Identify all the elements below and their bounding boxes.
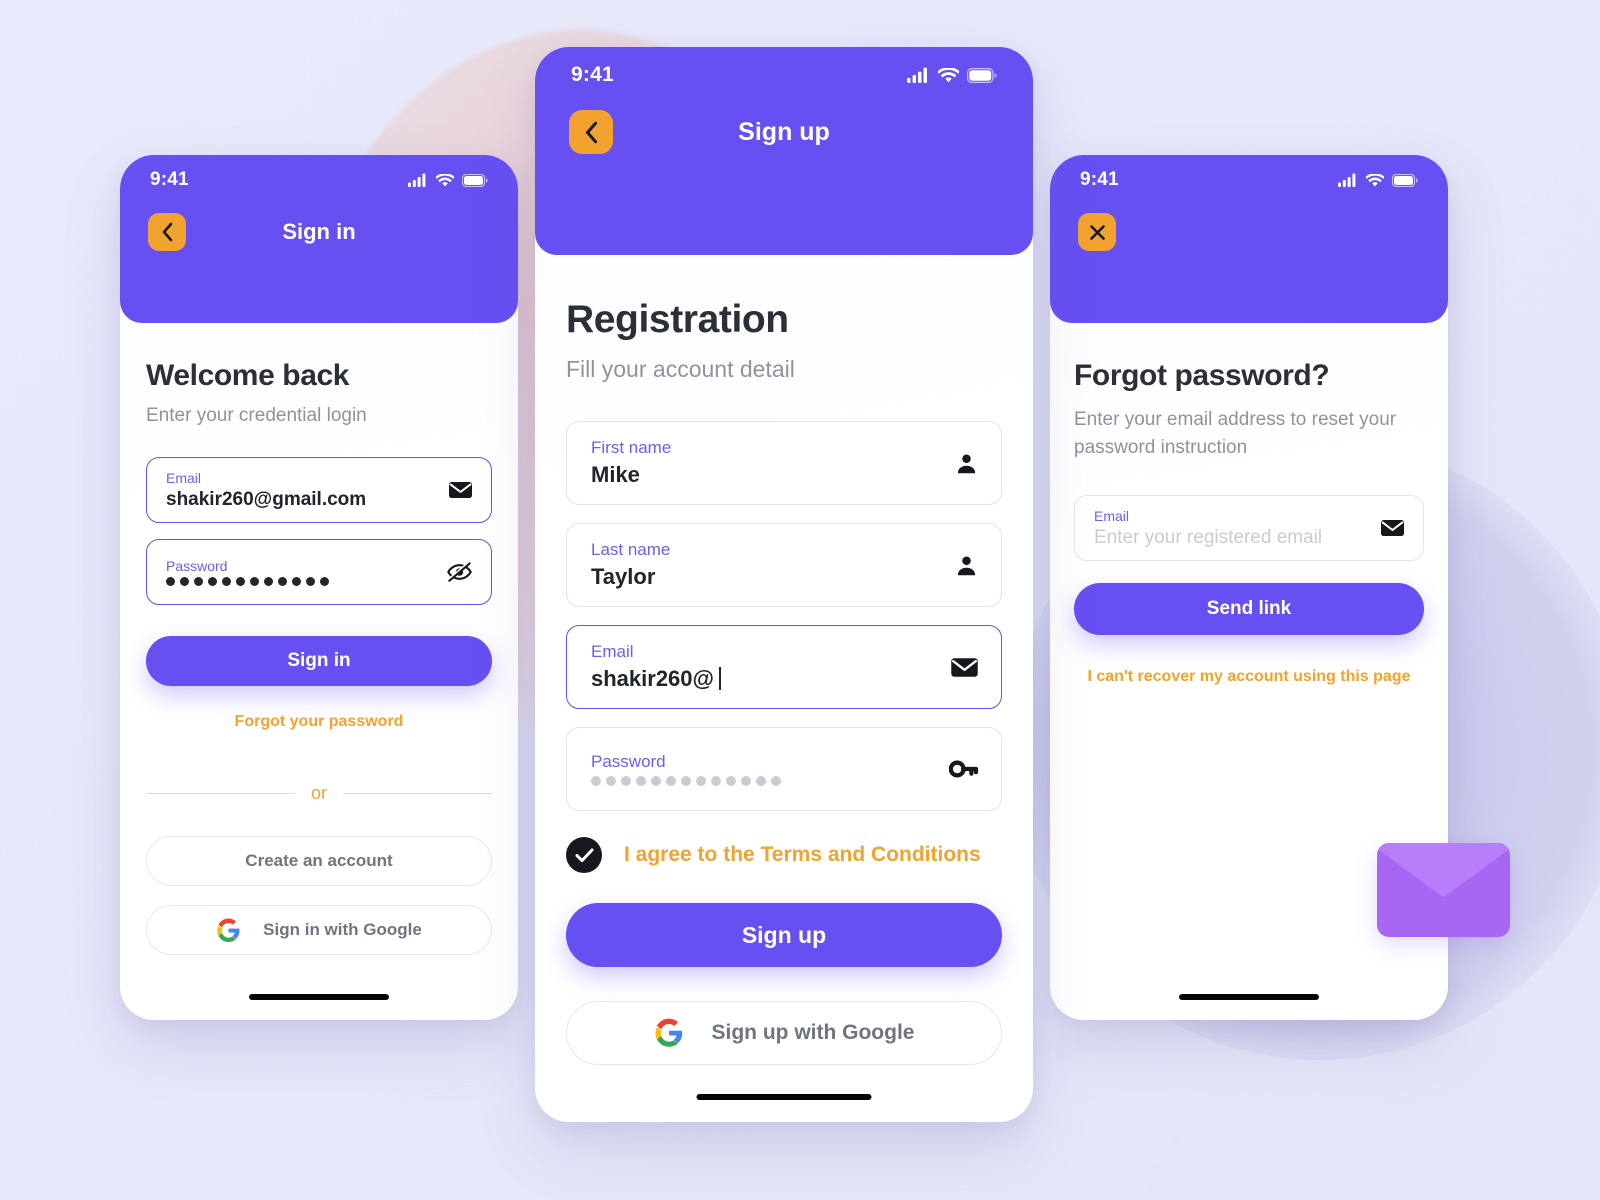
password-field-label: Password — [591, 752, 666, 771]
envelope-icon[interactable] — [448, 480, 473, 500]
create-account-label: Create an account — [245, 851, 393, 870]
page-subheading: Enter your credential login — [146, 405, 367, 426]
nav-row — [1050, 211, 1448, 253]
wifi-icon — [938, 67, 959, 82]
envelope-icon[interactable] — [1380, 518, 1405, 538]
page-heading: Registration — [566, 298, 789, 341]
signal-icon — [1338, 173, 1356, 187]
page-subheading: Fill your account detail — [566, 356, 795, 382]
divider-line-left — [146, 792, 295, 795]
signup-with-google-label: Sign up with Google — [711, 1021, 915, 1044]
signup-with-google-button[interactable]: Sign up with Google — [566, 1001, 1002, 1065]
check-icon[interactable] — [566, 837, 602, 873]
email-field[interactable]: Email Enter your registered email — [1074, 495, 1424, 562]
or-divider: or — [146, 783, 493, 804]
back-button[interactable] — [569, 110, 613, 154]
nav-row: Sign in — [120, 211, 518, 253]
envelope-icon[interactable] — [950, 656, 979, 679]
screen-body: Registration Fill your account detail Fi… — [535, 255, 1033, 1122]
phone-screen-signin: 9:41 Sign in Welcome back Enter your cre… — [120, 155, 518, 1020]
email-field[interactable]: Email shakir260@ — [566, 625, 1002, 709]
key-icon[interactable] — [949, 758, 979, 780]
email-field-value: shakir260@ — [591, 666, 714, 691]
password-field-dots — [166, 577, 446, 586]
signin-with-google-label: Sign in with Google — [263, 920, 422, 939]
password-field[interactable]: Password — [146, 539, 492, 605]
home-indicator — [696, 1094, 872, 1100]
signal-icon — [408, 173, 426, 187]
cannot-recover-link[interactable]: I can't recover my account using this pa… — [1074, 668, 1424, 686]
back-button[interactable] — [148, 213, 186, 251]
status-bar-time: 9:41 — [1080, 169, 1119, 190]
divider-label: or — [311, 783, 328, 803]
email-field-label: Email — [591, 642, 634, 661]
battery-icon — [967, 67, 997, 83]
google-icon — [217, 918, 240, 942]
forgot-password-link[interactable]: Forgot your password — [146, 713, 492, 731]
email-field-value-row: shakir260@ — [591, 666, 950, 692]
terms-checkbox-row[interactable]: I agree to the Terms and Conditions — [566, 837, 1002, 873]
person-icon — [954, 451, 979, 476]
signin-button[interactable]: Sign in — [146, 636, 492, 686]
status-bar-time: 9:41 — [150, 169, 189, 190]
envelope-flap-shadow — [1377, 843, 1510, 898]
wifi-icon — [436, 173, 454, 186]
signal-icon — [907, 67, 927, 83]
terms-label[interactable]: I agree to the Terms and Conditions — [624, 843, 981, 867]
screen-body: Welcome back Enter your credential login… — [120, 323, 518, 1020]
email-field-value: shakir260@gmail.com — [166, 488, 367, 510]
battery-icon — [1392, 173, 1418, 187]
password-field-dots — [591, 776, 949, 786]
page-heading: Welcome back — [146, 359, 350, 392]
email-field-text: Email shakir260@ — [591, 642, 950, 692]
last-name-field-label: Last name — [591, 540, 671, 559]
page-subheading: Enter your email address to reset your p… — [1074, 409, 1397, 458]
signin-with-google-button[interactable]: Sign in with Google — [146, 905, 492, 955]
email-field-label: Email — [166, 469, 202, 486]
status-bar-icons — [1338, 173, 1418, 187]
email-field[interactable]: Email shakir260@gmail.com — [146, 457, 492, 523]
person-icon — [954, 553, 979, 578]
phone-screen-signup: 9:41 Sign up Registration Fill your acco… — [535, 47, 1033, 1122]
email-field-text: Email shakir260@gmail.com — [166, 470, 448, 511]
status-bar: 9:41 — [535, 63, 1033, 87]
first-name-field-text: First name Mike — [591, 438, 954, 488]
send-link-button[interactable]: Send link — [1074, 583, 1424, 636]
last-name-field-value: Taylor — [591, 564, 656, 589]
status-bar: 9:41 — [120, 169, 518, 191]
eye-off-icon[interactable] — [446, 561, 473, 583]
page-heading: Forgot password? — [1074, 359, 1330, 392]
home-indicator — [249, 994, 389, 1000]
password-field-text: Password — [166, 558, 446, 586]
status-bar-icons — [907, 67, 997, 83]
nav-row: Sign up — [535, 109, 1033, 155]
battery-icon — [462, 173, 488, 187]
password-field-label: Password — [166, 558, 228, 574]
first-name-field-value: Mike — [591, 462, 640, 487]
status-bar-time: 9:41 — [571, 63, 614, 86]
divider-line-right — [343, 792, 493, 795]
first-name-field-label: First name — [591, 438, 672, 457]
status-bar: 9:41 — [1050, 169, 1448, 191]
envelope-illustration — [1377, 843, 1510, 937]
email-field-placeholder: Enter your registered email — [1094, 526, 1323, 548]
status-bar-icons — [408, 173, 488, 187]
signup-button[interactable]: Sign up — [566, 903, 1002, 967]
create-account-button[interactable]: Create an account — [146, 836, 492, 886]
password-field-text: Password — [591, 752, 949, 786]
first-name-field[interactable]: First name Mike — [566, 421, 1002, 505]
wifi-icon — [1366, 173, 1384, 186]
last-name-field[interactable]: Last name Taylor — [566, 523, 1002, 607]
close-icon — [1089, 224, 1105, 240]
email-field-label: Email — [1094, 507, 1130, 524]
last-name-field-text: Last name Taylor — [591, 540, 954, 590]
google-icon — [654, 1018, 682, 1047]
chevron-left-icon — [585, 121, 597, 143]
close-button[interactable] — [1078, 213, 1116, 251]
home-indicator — [1179, 994, 1319, 1000]
text-cursor — [718, 667, 721, 690]
password-field[interactable]: Password — [566, 727, 1002, 811]
email-field-text: Email Enter your registered email — [1094, 508, 1380, 549]
chevron-left-icon — [162, 222, 172, 242]
